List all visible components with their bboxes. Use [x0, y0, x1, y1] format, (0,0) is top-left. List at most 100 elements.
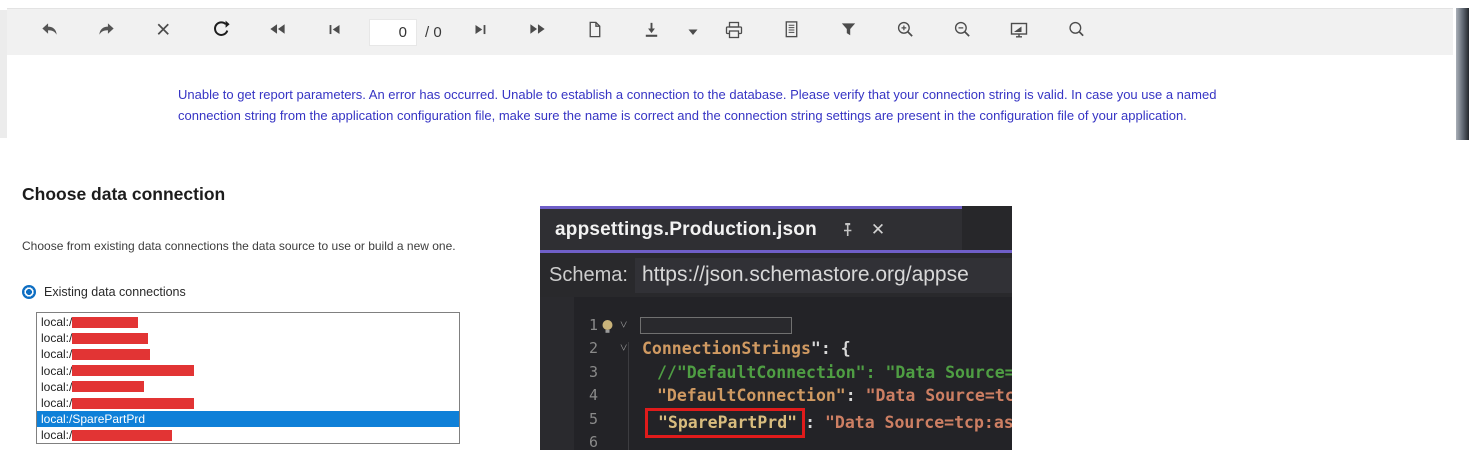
zoom-out-button[interactable]: [934, 12, 991, 52]
report-viewer: / 0: [0, 8, 1469, 140]
refresh-icon: [211, 20, 231, 45]
connection-prefix: local:/: [41, 396, 72, 410]
rewind-icon: [268, 20, 287, 44]
code-line-2: 2 ˅ ConnectionStrings": {: [540, 337, 1012, 360]
code-area: 1 ˅ 2 ˅ ConnectionStrings": { 3 //"Defau…: [540, 297, 1012, 450]
redaction-bar: [72, 365, 194, 376]
line-number: 3: [574, 361, 598, 384]
zoom-in-icon: [896, 20, 915, 44]
list-item[interactable]: local:/: [37, 395, 459, 411]
line-number: 4: [574, 384, 598, 407]
tab-appsettings-production[interactable]: appsettings.Production.json ✕: [540, 206, 962, 250]
schema-label: Schema:: [549, 264, 628, 287]
list-item[interactable]: local:/: [37, 363, 459, 379]
zoom-in-button[interactable]: [877, 12, 934, 52]
connection-name: SparePartPrd: [72, 412, 145, 426]
code-line-5: 5 "SparePartPrd": "Data Source=tcp:asql: [540, 408, 1012, 431]
first-page-button[interactable]: [306, 12, 363, 52]
print-button[interactable]: [706, 12, 763, 52]
redaction-bar: [72, 398, 194, 409]
search-icon: [1067, 20, 1086, 44]
json-value: "Data Source=tcp:asql: [825, 413, 1012, 432]
line-number: 2: [574, 337, 598, 360]
tab-title: appsettings.Production.json: [555, 219, 817, 241]
code-editor-panel: appsettings.Production.json ✕ Schema: ht…: [540, 206, 1012, 450]
code-line-4: 4 "DefaultConnection": "Data Source=tcp: [540, 384, 1012, 407]
json-value: "Data Source=tcp: [866, 386, 1012, 405]
data-connections-listbox[interactable]: local:/ local:/ local:/ local:/ local:/ …: [36, 312, 460, 444]
connection-prefix: local:/: [41, 412, 72, 426]
chevron-down-icon: [688, 23, 698, 41]
list-item[interactable]: local:/: [37, 379, 459, 395]
json-comment: //"DefaultConnection": "Data Source=a: [657, 363, 1012, 382]
download-button[interactable]: [623, 12, 680, 52]
tab-close-icon[interactable]: ✕: [871, 220, 885, 240]
json-key: ConnectionStrings: [642, 339, 811, 358]
fast-forward-icon: [528, 20, 547, 44]
editor-tab-strip: appsettings.Production.json ✕: [540, 206, 1012, 250]
line-number: 6: [574, 431, 598, 450]
report-toolbar: / 0: [7, 8, 1453, 55]
connection-prefix: local:/: [41, 364, 72, 378]
pin-icon[interactable]: [841, 222, 855, 238]
schema-url-dropdown[interactable]: https://json.schemastore.org/appse: [635, 258, 1012, 293]
page-setup-button[interactable]: [763, 12, 820, 52]
close-icon: [154, 20, 173, 44]
zoom-out-icon: [953, 20, 972, 44]
document-text-icon: [782, 20, 801, 44]
monitor-icon: [1009, 20, 1029, 45]
cancel-button[interactable]: [135, 12, 192, 52]
json-key: "SparePartPrd": [658, 413, 797, 432]
forward-icon: [97, 20, 116, 44]
fold-chevron-icon[interactable]: ˅: [620, 337, 627, 360]
wizard-description: Choose from existing data connections th…: [22, 239, 456, 253]
radio-selected-icon[interactable]: [22, 285, 36, 299]
last-page-button[interactable]: [452, 12, 509, 52]
fit-page-button[interactable]: [991, 12, 1048, 52]
json-punctuation: ": {: [811, 339, 851, 358]
fast-forward-button[interactable]: [509, 12, 566, 52]
selection-box: [640, 317, 792, 334]
connection-prefix: local:/: [41, 331, 72, 345]
download-options-button[interactable]: [680, 12, 706, 52]
printer-icon: [724, 20, 744, 45]
forward-button[interactable]: [78, 12, 135, 52]
download-icon: [642, 20, 661, 44]
page-title: Choose data connection: [22, 184, 225, 205]
code-line-6: 6: [540, 431, 1012, 450]
page-navigation: / 0: [369, 19, 446, 46]
new-document-button[interactable]: [566, 12, 623, 52]
vertical-scrollbar[interactable]: [1456, 8, 1469, 140]
code-line-3: 3 //"DefaultConnection": "Data Source=a: [540, 361, 1012, 384]
refresh-button[interactable]: [192, 12, 249, 52]
existing-connections-radio[interactable]: Existing data connections: [22, 285, 186, 299]
last-page-icon: [471, 21, 489, 44]
list-item[interactable]: local:/: [37, 330, 459, 346]
connection-prefix: local:/: [41, 428, 72, 442]
redaction-bar: [72, 349, 150, 360]
connection-prefix: local:/: [41, 380, 72, 394]
filter-button[interactable]: [820, 12, 877, 52]
redaction-bar: [72, 333, 148, 344]
search-button[interactable]: [1048, 12, 1105, 52]
back-button[interactable]: [21, 12, 78, 52]
filter-funnel-icon: [839, 20, 858, 44]
connection-prefix: local:/: [41, 315, 72, 329]
page-number-input[interactable]: [369, 19, 417, 46]
line-number: 1: [574, 314, 598, 337]
line-number: 5: [574, 408, 598, 431]
list-item[interactable]: local:/: [37, 346, 459, 362]
back-icon: [40, 20, 59, 44]
list-item-selected[interactable]: local:/SparePartPrd: [37, 411, 459, 427]
connection-prefix: local:/: [41, 347, 72, 361]
json-punctuation: :: [846, 386, 866, 405]
schema-bar: Schema: https://json.schemastore.org/app…: [540, 253, 1012, 297]
rewind-button[interactable]: [249, 12, 306, 52]
json-key: "DefaultConnection": [657, 386, 846, 405]
fold-chevron-icon[interactable]: ˅: [620, 314, 627, 337]
first-page-icon: [326, 21, 344, 44]
redaction-bar: [72, 430, 172, 441]
list-item[interactable]: local:/: [37, 427, 459, 443]
redaction-bar: [72, 317, 138, 328]
list-item[interactable]: local:/: [37, 314, 459, 330]
